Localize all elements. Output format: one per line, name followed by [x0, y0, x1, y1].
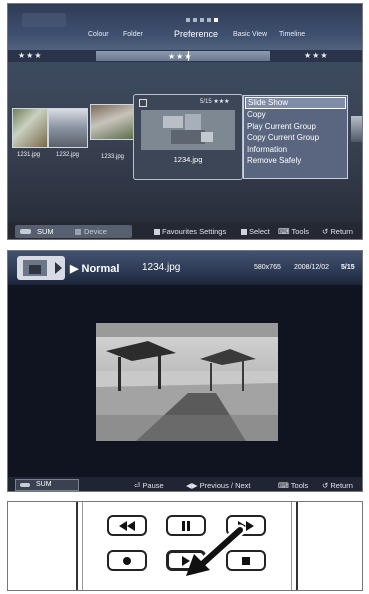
menu-item-information[interactable]: Information — [244, 144, 347, 155]
menu-item-slide-show[interactable]: Slide Show — [245, 97, 346, 110]
viewer-date: 2008/12/02 — [294, 264, 330, 271]
source-sum-label: SUM — [36, 481, 52, 488]
tab-timeline[interactable]: Timeline — [279, 31, 305, 38]
blurred-photo — [141, 110, 235, 150]
beach-photo — [96, 323, 278, 441]
rating-group-current[interactable]: ★★★ — [96, 51, 270, 61]
thumbnail[interactable] — [351, 116, 362, 142]
photo-thumbnail — [141, 110, 235, 150]
usb-icon — [20, 229, 31, 234]
thumbnail-caption: 1233.jpg — [101, 154, 125, 160]
return-hint[interactable]: ↺ Return — [322, 227, 353, 236]
rating-group-bar: ★★★ ★★★ ★★★ — [8, 50, 362, 62]
favourites-settings-hint[interactable]: Favourites Settings — [154, 227, 226, 236]
remote-control-illustration — [7, 501, 363, 591]
rewind-icon — [119, 520, 135, 531]
photo-rating: ★★★ — [213, 99, 230, 105]
select-hint[interactable]: Select — [241, 227, 270, 236]
tools-icon: ⌨ — [278, 227, 290, 236]
menu-item-copy[interactable]: Copy — [244, 109, 347, 120]
tools-hint[interactable]: ⌨ Tools — [278, 227, 309, 236]
source-selector[interactable]: SUM Device — [15, 225, 132, 238]
source-selector[interactable]: SUM — [15, 479, 79, 491]
rewind-button[interactable] — [107, 515, 147, 536]
viewer-footer-bar: SUM ⏎ Pause ◀▶ Previous / Next ⌨ Tools ↺… — [8, 477, 362, 491]
tools-hint[interactable]: ⌨ Tools — [278, 481, 308, 490]
photo-viewer-screen: ▶ Normal 1234.jpg 580x765 2008/12/02 5/1… — [7, 250, 363, 492]
device-icon — [75, 229, 81, 235]
photo-filename: 1234.jpg — [173, 155, 203, 164]
menu-item-play-current-group[interactable]: Play Current Group — [244, 121, 347, 132]
photo-browser-screen: Colour Folder Preference Basic View Time… — [7, 3, 363, 240]
menu-item-remove-safely[interactable]: Remove Safely — [244, 155, 347, 166]
source-device-label: Device — [84, 227, 107, 236]
rating-group-left[interactable]: ★★★ — [18, 51, 43, 60]
previous-next-hint[interactable]: ◀▶ Previous / Next — [186, 481, 251, 490]
tools-context-menu: Slide Show Copy Play Current Group Copy … — [243, 95, 348, 179]
photo-icon — [23, 260, 62, 276]
thumbnail-strip: 1231.jpg 1232.jpg 1233.jpg — [8, 104, 138, 166]
return-icon: ↺ — [322, 481, 329, 490]
left-right-arrows-icon: ◀▶ — [186, 481, 198, 490]
thumbnail-caption: 1232.jpg — [56, 152, 80, 158]
thumbnail[interactable] — [90, 104, 134, 140]
play-mode: ▶ Normal — [70, 263, 120, 275]
photo-counter: 5/15 ★★★ — [200, 99, 230, 105]
usb-icon — [20, 483, 30, 487]
viewer-counter: 5/15 — [341, 264, 355, 271]
enter-icon: ⏎ — [134, 481, 141, 490]
selected-photo-card[interactable]: 5/15 ★★★ 1234.jpg — [133, 94, 243, 180]
return-icon: ↺ — [322, 227, 329, 236]
photo-app-icon — [17, 256, 65, 280]
record-button[interactable] — [107, 550, 147, 571]
brand-logo — [22, 13, 66, 27]
menu-item-copy-current-group[interactable]: Copy Current Group — [244, 132, 347, 143]
return-hint[interactable]: ↺ Return — [322, 481, 353, 490]
source-sum-label: SUM — [37, 227, 54, 236]
sort-tab-bar: Colour Folder Preference Basic View Time… — [8, 4, 362, 50]
viewer-filename: 1234.jpg — [142, 262, 181, 273]
tab-folder[interactable]: Folder — [123, 31, 143, 38]
tab-preference[interactable]: Preference — [174, 29, 218, 39]
rating-group-right[interactable]: ★★★ — [304, 51, 329, 60]
page-indicator — [186, 18, 218, 22]
tab-colour[interactable]: Colour — [88, 31, 109, 38]
tab-basic-view[interactable]: Basic View — [233, 31, 267, 38]
displayed-photo — [96, 323, 278, 441]
pause-hint[interactable]: ⏎ Pause — [134, 481, 164, 490]
thumbnail[interactable] — [48, 108, 88, 148]
browser-footer-bar: SUM Device Favourites Settings Select ⌨ … — [8, 222, 362, 239]
tools-icon: ⌨ — [278, 481, 289, 490]
record-icon — [123, 556, 131, 565]
yellow-button-icon — [154, 228, 160, 235]
thumbnail-caption: 1231.jpg — [17, 152, 41, 158]
pointer-arrow-icon — [186, 524, 246, 576]
blue-button-icon — [241, 228, 247, 235]
thumbnail[interactable] — [12, 108, 48, 148]
select-checkbox[interactable] — [139, 99, 147, 107]
viewer-header: ▶ Normal 1234.jpg 580x765 2008/12/02 5/1… — [8, 251, 362, 285]
rating-cursor — [188, 51, 189, 61]
viewer-resolution: 580x765 — [254, 264, 281, 271]
